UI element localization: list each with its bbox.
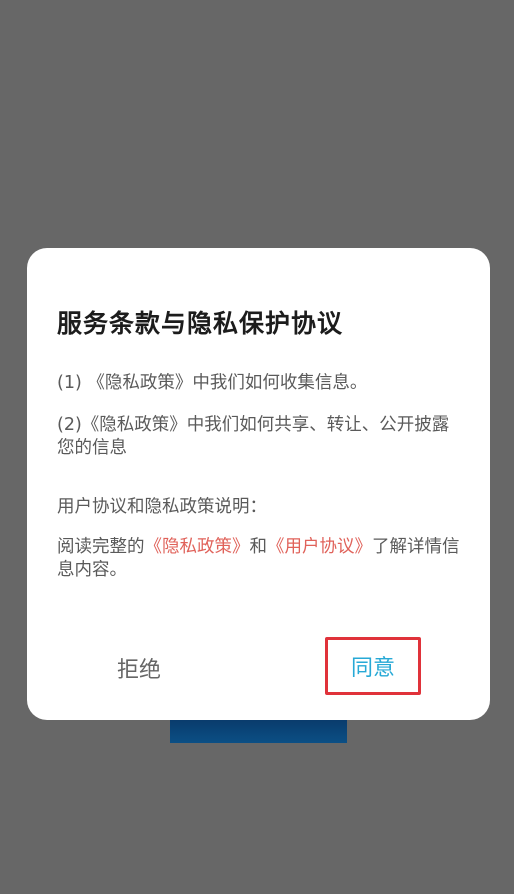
- item-text: 中我们如何收集信息。: [192, 373, 368, 393]
- privacy-policy-text: 《隐私政策》: [81, 415, 187, 435]
- dialog-title: 服务条款与隐私保护协议: [57, 309, 344, 338]
- item-prefix: (1): [57, 373, 88, 393]
- privacy-agreement-dialog: 服务条款与隐私保护协议 (1) 《隐私政策》中我们如何收集信息。 (2)《隐私政…: [27, 248, 490, 720]
- reject-button[interactable]: 拒绝: [117, 652, 161, 684]
- item-prefix: (2): [57, 415, 82, 435]
- privacy-policy-link[interactable]: 《隐私政策》: [145, 537, 250, 557]
- privacy-policy-text: 《隐私政策》: [87, 373, 193, 393]
- agree-button[interactable]: 同意: [325, 637, 421, 695]
- policy-item-collect: (1) 《隐私政策》中我们如何收集信息。: [57, 372, 462, 395]
- and-text: 和: [249, 537, 268, 557]
- section-heading: 用户协议和隐私政策说明：: [57, 497, 267, 517]
- policy-item-share: (2)《隐私政策》中我们如何共享、转让、公开披露您的信息: [57, 414, 462, 460]
- read-full-text: 阅读完整的《隐私政策》和《用户协议》了解详情信息内容。: [57, 536, 462, 582]
- user-agreement-link[interactable]: 《用户协议》: [267, 537, 372, 557]
- read-prefix: 阅读完整的: [57, 537, 145, 557]
